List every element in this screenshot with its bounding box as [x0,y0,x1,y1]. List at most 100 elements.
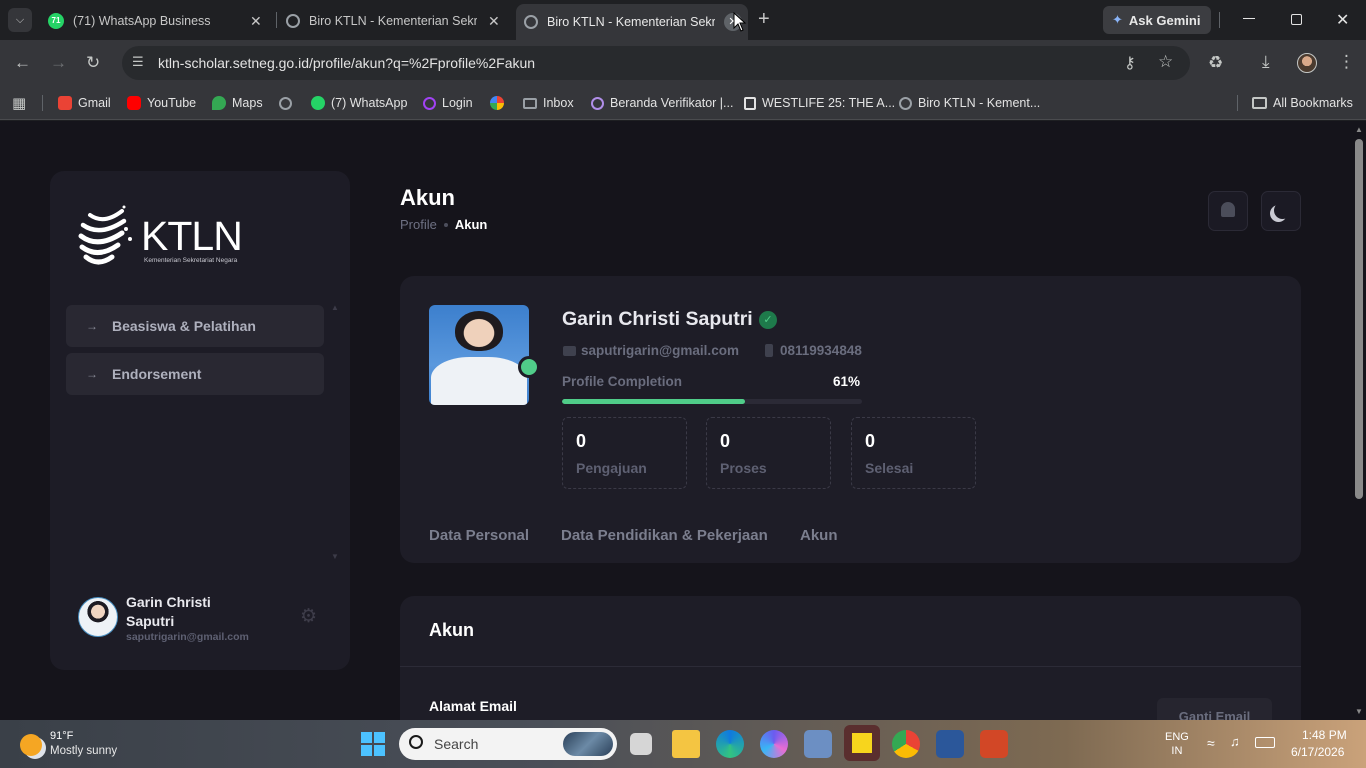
gear-icon[interactable]: ⚙ [300,605,317,628]
breadcrumb-current: Akun [454,217,488,232]
breadcrumb-profile[interactable]: Profile [400,217,437,232]
nav-item-label: Beasiswa & Pelatihan [112,318,256,334]
close-icon[interactable]: ✕ [488,13,500,30]
bookmark-biro-ktln[interactable]: Biro KTLN - Kement... [899,93,1040,113]
bookmark-beranda-verifikator[interactable]: Beranda Verifikator |... [591,93,733,113]
stat-selesai: 0 Selesai [851,417,976,489]
notifications-button[interactable] [1208,191,1248,231]
powerpoint-icon[interactable] [980,730,1008,758]
sidebar-user-avatar[interactable] [78,597,118,637]
window-divider [1219,12,1220,28]
change-email-button[interactable]: Ganti Email [1157,698,1272,720]
tab-data-personal[interactable]: Data Personal [429,527,529,544]
download-icon[interactable]: ⤓ [1262,52,1270,72]
url-text[interactable]: ktln-scholar.setneg.go.id/profile/akun?q… [158,55,535,71]
sidebar-scroll-down-icon[interactable]: ▼ [331,552,339,561]
profile-completion-bar [562,399,862,404]
weather-widget[interactable]: 91°F Mostly sunny [18,728,138,762]
profile-avatar[interactable] [1297,53,1317,73]
weather-temp: 91°F [50,730,74,742]
browser-tab-strip: ⌵ 71 (71) WhatsApp Business ✕ Biro KTLN … [0,0,1366,40]
bookmark-inbox[interactable]: Inbox [523,93,574,113]
tab-biro-ktln-1[interactable]: Biro KTLN - Kementerian Sekret ✕ [286,6,508,36]
whatsapp-icon [311,96,325,110]
nav-item-endorsement[interactable]: → Endorsement [66,353,324,395]
ktln-logo[interactable]: KTLN Kementerian Sekretariat Negara [78,199,248,277]
chrome-icon[interactable] [892,730,920,758]
mail-icon [523,97,537,109]
email-icon [563,346,576,356]
youtube-icon [127,96,141,110]
bookmark-maps[interactable]: Maps [212,93,263,113]
login-icon [423,96,436,110]
sticky-notes-icon[interactable] [844,725,880,761]
globe-icon [286,14,300,28]
window-close-button[interactable]: ✕ [1336,10,1349,30]
chevron-down-icon: ⌵ [15,14,25,26]
star-icon[interactable]: ☆ [1158,52,1173,72]
globe-icon [899,96,912,110]
volume-icon[interactable]: ♫ [1230,734,1240,749]
edge-icon[interactable] [716,730,744,758]
logo-subtitle: Kementerian Sekretariat Negara [144,257,238,264]
tab-akun[interactable]: Akun [800,527,838,544]
wifi-icon[interactable]: ≈ [1207,735,1215,751]
apps-grid-icon[interactable]: ▦ [12,94,26,112]
extensions-icon[interactable]: ♻ [1208,53,1223,73]
forward-icon[interactable]: → [50,53,67,73]
address-bar[interactable]: ☰ ktln-scholar.setneg.go.id/profile/akun… [122,46,1190,80]
language-indicator[interactable]: ENG IN [1165,730,1189,758]
tab-data-pendidikan-pekerjaan[interactable]: Data Pendidikan & Pekerjaan [561,527,768,544]
bookmark-login[interactable]: Login [423,93,473,113]
pinwheel-icon [490,96,504,110]
back-icon[interactable]: ← [14,53,31,73]
tab-biro-ktln-active[interactable]: Biro KTLN - Kementerian Sekret ✕ [516,4,748,40]
seal-icon [591,96,604,110]
bookmark-gmail[interactable]: Gmail [58,93,111,113]
theme-toggle-button[interactable] [1261,191,1301,231]
close-icon[interactable]: ✕ [250,13,262,30]
profile-phone: 08119934848 [780,343,862,358]
scroll-down-icon[interactable]: ▼ [1355,707,1363,716]
sidebar-user-name-2: Saputri [126,613,175,629]
search-highlight-image [563,732,613,756]
bookmark-whatsapp[interactable]: (7) WhatsApp [311,93,407,113]
task-view-icon[interactable] [630,733,652,755]
stat-value: 0 [720,431,731,451]
scroll-up-icon[interactable]: ▲ [1355,125,1363,134]
minimize-button[interactable] [1243,18,1255,19]
file-explorer-icon[interactable] [672,730,700,758]
clock-time[interactable]: 1:48 PM [1302,728,1347,742]
start-button[interactable] [361,732,385,756]
copilot-icon[interactable] [760,730,788,758]
more-menu-icon[interactable]: ⋮ [1338,52,1355,72]
word-icon[interactable] [936,730,964,758]
bookmark-pinwheel[interactable] [490,93,510,113]
stat-value: 0 [576,431,587,451]
taskbar-search[interactable]: Search [399,728,617,760]
password-key-icon[interactable]: ⚷ [1124,53,1136,73]
all-bookmarks-button[interactable]: All Bookmarks [1252,93,1353,113]
tab-whatsapp-business[interactable]: 71 (71) WhatsApp Business ✕ [48,6,270,36]
restore-button[interactable] [1291,14,1302,25]
profile-completion-fill [562,399,745,404]
bookmarks-bar: ▦ Gmail YouTube Maps (7) WhatsApp Login … [0,86,1366,120]
folder-icon [1252,97,1267,109]
page-scrollbar[interactable]: ▲ ▼ [1352,121,1366,720]
bookmark-globe[interactable] [279,93,298,113]
stat-label: Pengajuan [576,460,647,476]
ask-gemini-button[interactable]: ✦ Ask Gemini [1103,6,1211,34]
battery-icon[interactable] [1255,737,1275,748]
site-settings-icon[interactable]: ☰ [132,54,144,70]
camera-icon[interactable] [804,730,832,758]
tab-search-button[interactable]: ⌵ [8,8,32,32]
nav-item-beasiswa-pelatihan[interactable]: → Beasiswa & Pelatihan [66,305,324,347]
bookmark-westlife[interactable]: WESTLIFE 25: THE A... [744,93,895,113]
clock-date[interactable]: 6/17/2026 [1291,745,1344,759]
breadcrumb-dot [443,222,448,227]
scrollbar-thumb[interactable] [1355,139,1363,499]
new-tab-button[interactable]: + [758,8,770,31]
bookmark-youtube[interactable]: YouTube [127,93,196,113]
reload-icon[interactable]: ↻ [86,53,100,73]
sidebar-scroll-up-icon[interactable]: ▲ [331,303,339,312]
